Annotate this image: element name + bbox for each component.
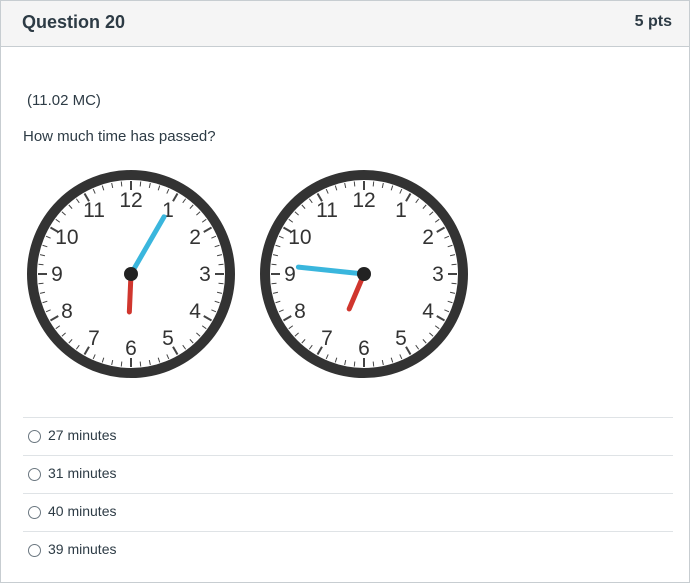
- clock-tick: [120, 181, 123, 187]
- answer-option-2[interactable]: 31 minutes: [23, 455, 673, 493]
- clock-number: 7: [321, 327, 333, 350]
- clock-start-icon: 12 1234567891011: [27, 170, 235, 378]
- clock-end-icon: 12 12 3 45 6 78 9 1011: [260, 170, 468, 378]
- clock-number: 2: [189, 226, 201, 249]
- clock-number: 3: [432, 263, 444, 286]
- clock-number: 10: [288, 226, 311, 249]
- clock-number: 5: [162, 327, 174, 350]
- question-prompt: How much time has passed?: [23, 128, 216, 145]
- answer-label: 40 minutes: [48, 503, 117, 519]
- clock-number: 4: [189, 300, 201, 323]
- clock-tick: [139, 181, 142, 187]
- clock-number: 11: [83, 199, 105, 222]
- clock-tick: [120, 361, 123, 367]
- clock-tick: [271, 263, 277, 266]
- clock-tick: [271, 282, 277, 285]
- radio-button-icon[interactable]: [28, 468, 41, 481]
- question-title: Question 20: [22, 12, 126, 32]
- clock-number: 1: [395, 199, 407, 222]
- radio-button-icon[interactable]: [28, 506, 41, 519]
- clock-number: 9: [284, 263, 296, 286]
- clock-number: 12: [352, 189, 375, 212]
- clock-tick: [218, 282, 224, 285]
- radio-button-icon[interactable]: [28, 544, 41, 557]
- clock-number: 2: [422, 226, 434, 249]
- clock-number: 4: [422, 300, 434, 323]
- question-header: Question 20 5 pts: [1, 1, 689, 47]
- answer-option-3[interactable]: 40 minutes: [23, 493, 673, 531]
- clock-tick: [353, 181, 356, 187]
- clock-center: [124, 267, 138, 281]
- clock-tick: [372, 361, 375, 367]
- clock-tick: [218, 263, 224, 266]
- clock-number: 5: [395, 327, 407, 350]
- clock-number: 8: [294, 300, 306, 323]
- radio-button-icon[interactable]: [28, 430, 41, 443]
- question-code: (11.02 MC): [27, 92, 101, 109]
- answer-list: 27 minutes 31 minutes 40 minutes 39 minu…: [23, 417, 673, 569]
- clock-number: 11: [316, 199, 338, 222]
- answer-option-4[interactable]: 39 minutes: [23, 531, 673, 569]
- answer-label: 39 minutes: [48, 541, 117, 557]
- clock-number: 12: [119, 189, 142, 212]
- clock-tick: [139, 361, 142, 367]
- clock-number: 3: [199, 263, 211, 286]
- answer-label: 27 minutes: [48, 427, 117, 443]
- clock-tick: [372, 181, 375, 187]
- clock-tick: [38, 263, 44, 266]
- answer-option-1[interactable]: 27 minutes: [23, 417, 673, 455]
- clock-number: 6: [125, 337, 137, 360]
- clock-tick: [353, 361, 356, 367]
- clock-number: 9: [51, 263, 63, 286]
- clock-number: 7: [88, 327, 100, 350]
- clock-number: 10: [55, 226, 78, 249]
- clock-tick: [451, 263, 457, 266]
- clock-number: 6: [358, 337, 370, 360]
- clock-center: [357, 267, 371, 281]
- clock-number: 8: [61, 300, 73, 323]
- question-points: 5 pts: [634, 13, 672, 30]
- question-card: Question 20 5 pts (11.02 MC) How much ti…: [0, 0, 690, 583]
- clock-tick: [451, 282, 457, 285]
- clock-tick: [38, 282, 44, 285]
- answer-label: 31 minutes: [48, 465, 117, 481]
- clock-images: 12 1234567891011 12 1234567891011: [27, 170, 468, 378]
